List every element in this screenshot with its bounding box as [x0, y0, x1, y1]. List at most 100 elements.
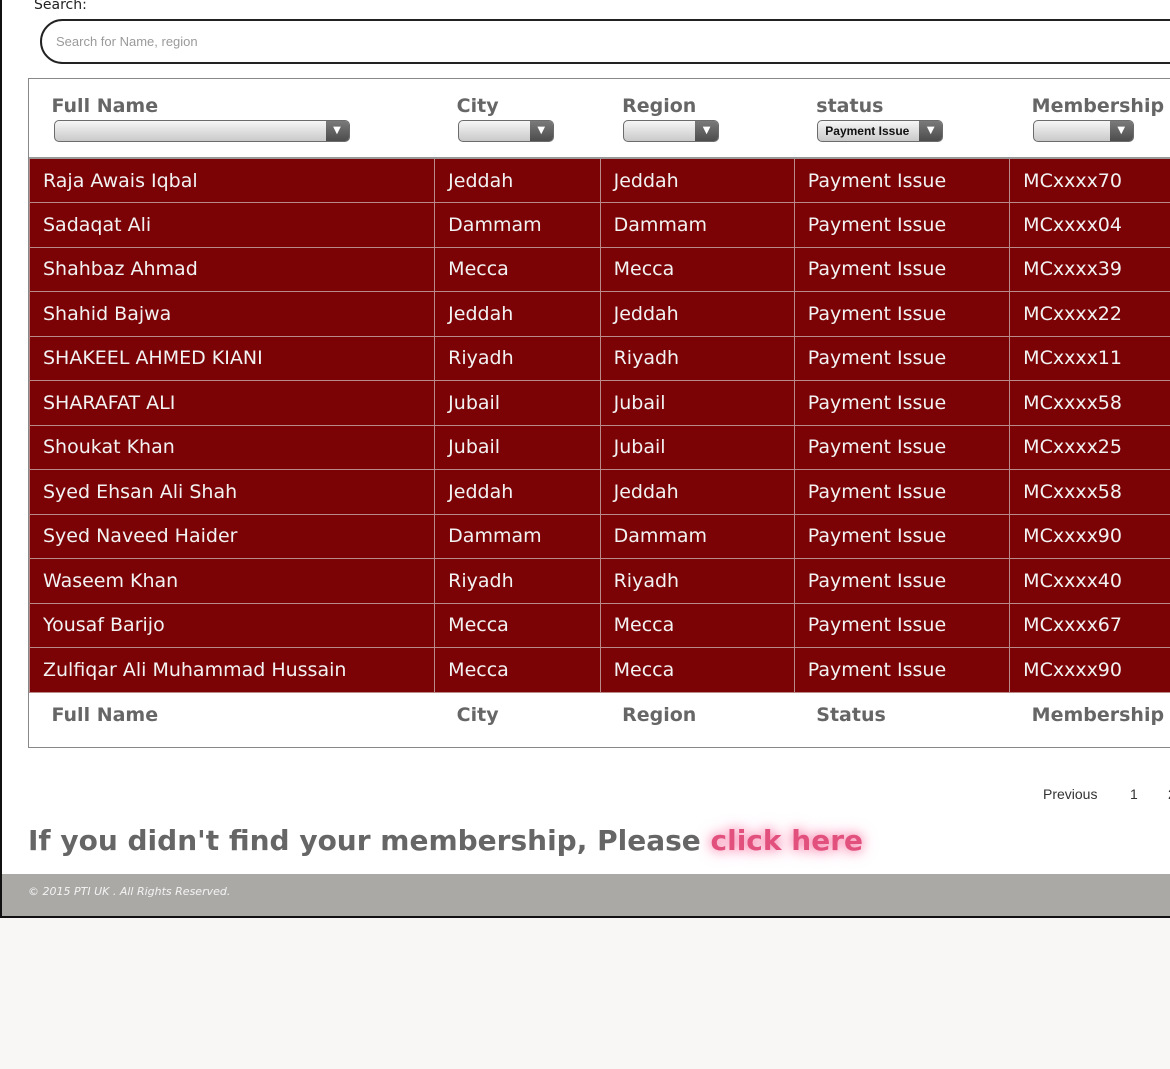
site-footer: © 2015 PTI UK . All Rights Reserved. [2, 874, 1170, 916]
pagination-previous[interactable]: Previous [1043, 786, 1097, 802]
cell-name: Shahid Bajwa [28, 291, 436, 337]
cell-name: Waseem Khan [28, 558, 436, 604]
cell-region: Jubail [599, 380, 795, 426]
cell-membership: MCxxxx67 [1009, 602, 1170, 648]
column-title-status: status [816, 95, 884, 117]
cell-name: Zulfiqar Ali Muhammad Hussain [28, 647, 436, 693]
cell-name: Shahbaz Ahmad [28, 246, 436, 292]
cell-membership: MCxxxx04 [1009, 202, 1170, 248]
cell-membership: MCxxxx90 [1009, 513, 1170, 559]
pagination-page-1[interactable]: 1 [1130, 786, 1138, 802]
cell-city: Mecca [434, 647, 601, 693]
column-title-city: City [456, 95, 499, 117]
cell-city: Jubail [434, 424, 601, 470]
cell-city: Jeddah [434, 157, 601, 203]
cell-region: Mecca [599, 602, 795, 648]
cell-status: Payment Issue [793, 157, 1011, 203]
cell-membership: MCxxxx39 [1009, 246, 1170, 292]
chevron-down-icon: ▼ [325, 121, 349, 141]
cell-region: Riyadh [599, 335, 795, 381]
cell-region: Mecca [599, 647, 795, 693]
cell-status: Payment Issue [793, 602, 1011, 648]
table-row[interactable]: Raja Awais Iqbal Jeddah Jeddah Payment Issu… [28, 157, 1170, 203]
column-header-membership[interactable]: Membership ▼ [1010, 79, 1170, 158]
table-row[interactable]: Shahid Bajwa Jeddah Jeddah Payment Issue MCx… [28, 291, 1170, 337]
name-filter-select[interactable]: ▼ [53, 120, 350, 142]
cell-name: Sadaqat Ali [28, 202, 436, 248]
column-header-name[interactable]: Full Name ▼ [30, 79, 435, 158]
table-footer-row: Full Name City Region Status Membership [30, 692, 1170, 737]
column-header-region[interactable]: Region ▼ [600, 79, 794, 158]
chevron-down-icon: ▼ [919, 121, 943, 141]
column-header-status[interactable]: status Payment Issue ▼ [794, 79, 1009, 158]
cell-city: Riyadh [434, 335, 601, 381]
table-row[interactable]: Syed Naveed Haider Dammam Dammam Payment Is… [28, 513, 1170, 559]
table-row[interactable]: Syed Ehsan Ali Shah Jeddah Jeddah Payment I… [28, 469, 1170, 515]
cell-region: Riyadh [599, 558, 795, 604]
cell-membership: MCxxxx25 [1009, 424, 1170, 470]
table-row[interactable]: Yousaf Barijo Mecca Mecca Payment Issue MCxx… [28, 602, 1170, 648]
membership-filter-select[interactable]: ▼ [1032, 120, 1134, 142]
city-filter-select[interactable]: ▼ [457, 120, 554, 142]
cell-membership: MCxxxx40 [1009, 558, 1170, 604]
cell-region: Jeddah [599, 157, 795, 203]
table-row[interactable]: SHAKEEL AHMED KIANI Riyadh Riyadh Payment I… [28, 335, 1170, 381]
table-row[interactable]: SHARAFAT ALI Jubail Jubail Payment Issue MCx… [28, 380, 1170, 426]
click-here-link[interactable]: click here [711, 824, 863, 857]
chevron-down-icon: ▼ [695, 121, 719, 141]
cell-region: Dammam [599, 202, 795, 248]
cell-status: Payment Issue [793, 380, 1011, 426]
cell-name: Shoukat Khan [28, 424, 436, 470]
cell-city: Dammam [434, 513, 601, 559]
column-title-name: Full Name [51, 95, 159, 117]
table-row[interactable]: Waseem Khan Riyadh Riyadh Payment Issue MCxx… [28, 558, 1170, 604]
search-input[interactable] [40, 19, 1170, 64]
cell-status: Payment Issue [793, 335, 1011, 381]
column-header-city[interactable]: City ▼ [435, 79, 600, 158]
cell-status: Payment Issue [793, 202, 1011, 248]
cell-city: Jeddah [434, 291, 601, 337]
cell-membership: MCxxxx58 [1009, 380, 1170, 426]
cell-name: SHARAFAT ALI [28, 380, 436, 426]
table-row[interactable]: Shoukat Khan Jubail Jubail Payment Issue MCx… [28, 424, 1170, 470]
footer-label-city: City [456, 703, 499, 726]
region-filter-select[interactable]: ▼ [623, 120, 720, 142]
cell-region: Mecca [599, 246, 795, 292]
cell-name: SHAKEEL AHMED KIANI [28, 335, 436, 381]
cell-membership: MCxxxx90 [1009, 647, 1170, 693]
chevron-down-icon: ▼ [1109, 121, 1133, 141]
footer-label-membership: Membership [1031, 703, 1165, 726]
table-row[interactable]: Sadaqat Ali Dammam Dammam Payment Issue MCxx… [28, 202, 1170, 248]
cell-status: Payment Issue [793, 558, 1011, 604]
cell-city: Jeddah [434, 469, 601, 515]
footer-label-region: Region [622, 703, 697, 726]
cell-region: Jeddah [599, 469, 795, 515]
cell-city: Jubail [434, 380, 601, 426]
cell-status: Payment Issue [793, 246, 1011, 292]
cell-membership: MCxxxx58 [1009, 469, 1170, 515]
cell-name: Syed Naveed Haider [28, 513, 436, 559]
cell-status: Payment Issue [793, 647, 1011, 693]
cell-membership: MCxxxx11 [1009, 335, 1170, 381]
search-label: Search: [34, 0, 87, 13]
cell-membership: MCxxxx22 [1009, 291, 1170, 337]
cell-city: Mecca [434, 602, 601, 648]
cell-name: Syed Ehsan Ali Shah [28, 469, 436, 515]
cell-status: Payment Issue [793, 513, 1011, 559]
column-title-region: Region [622, 95, 697, 117]
cell-membership: MCxxxx70 [1009, 157, 1170, 203]
cell-city: Dammam [434, 202, 601, 248]
status-filter-select[interactable]: Payment Issue ▼ [817, 120, 944, 142]
copyright-text: © 2015 PTI UK . All Rights Reserved. [28, 885, 231, 898]
membership-notice: If you didn't find your membership, Plea… [28, 824, 863, 857]
table-row[interactable]: Shahbaz Ahmad Mecca Mecca Payment Issue MCxx… [28, 246, 1170, 292]
cell-name: Raja Awais Iqbal [28, 157, 436, 203]
cell-region: Dammam [599, 513, 795, 559]
cell-city: Riyadh [434, 558, 601, 604]
cell-status: Payment Issue [793, 469, 1011, 515]
cell-status: Payment Issue [793, 291, 1011, 337]
page-container: Search: Full Name ▼ City [0, 0, 1170, 918]
footer-label-status: Status [816, 703, 886, 726]
cell-name: Yousaf Barijo [28, 602, 436, 648]
table-row[interactable]: Zulfiqar Ali Muhammad Hussain Mecca Mecca P… [28, 647, 1170, 693]
